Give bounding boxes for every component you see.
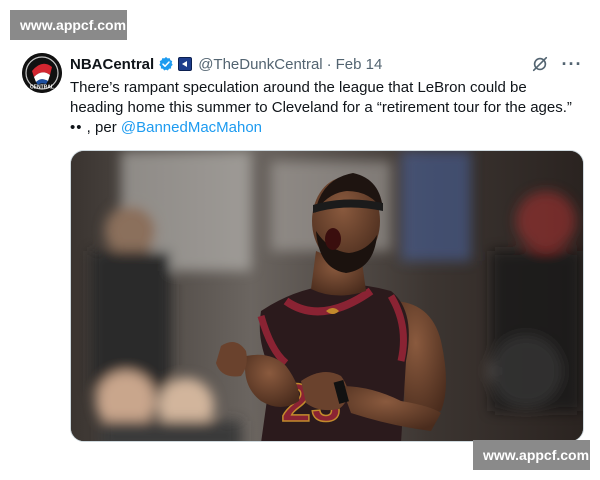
grok-icon[interactable] (530, 54, 550, 74)
lebron-photo: 23 (71, 151, 583, 441)
watermark-bottom: www.appcf.com (473, 440, 590, 470)
nba-central-logo: CENTRAL (22, 53, 62, 93)
separator-dot: · (326, 55, 332, 73)
tweet-text: There’s rampant speculation around the l… (70, 78, 590, 138)
tweet-date[interactable]: Feb 14 (336, 56, 383, 73)
tweet-text-line-1: There’s rampant speculation around the l… (70, 79, 527, 96)
tweet-header: NBACentral @TheDunkCentral · Feb 14 (70, 54, 382, 74)
tweet-media-image[interactable]: 23 (70, 150, 584, 442)
avatar-text: CENTRAL (30, 85, 54, 91)
eyes-emoji: •• (70, 119, 83, 136)
verified-icon (159, 57, 173, 71)
watermark-top: www.appcf.com (10, 10, 127, 40)
tweet-text-line-3: •• , per @BannedMacMahon (70, 118, 590, 138)
tweet-card[interactable]: CENTRAL NBACentral @TheDunkCentral · Feb… (10, 40, 590, 450)
avatar[interactable]: CENTRAL (22, 53, 62, 93)
tweet-actions: ··· (530, 54, 582, 74)
display-name[interactable]: NBACentral (70, 56, 154, 73)
mention-link[interactable]: @BannedMacMahon (121, 119, 262, 136)
more-icon[interactable]: ··· (562, 54, 582, 74)
tweet-text-line-2: heading home this summer to Cleveland fo… (70, 99, 572, 116)
per-text: , per (82, 119, 121, 136)
affiliate-badge-icon[interactable] (178, 57, 193, 71)
handle[interactable]: @TheDunkCentral (198, 56, 322, 73)
